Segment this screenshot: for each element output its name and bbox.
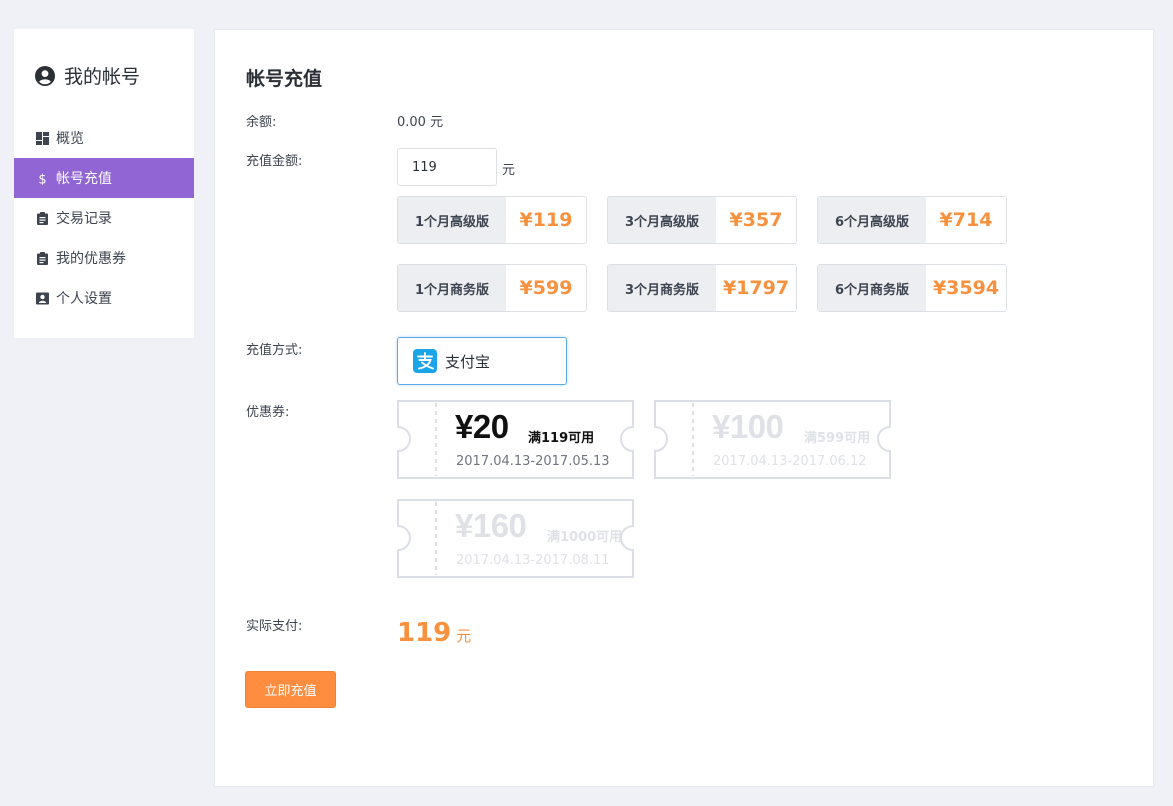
plan-name: 1个月高级版 [398, 197, 506, 243]
sidebar: 我的帐号 概览 $ 帐号充值 交易记录 我的优惠券 个人设置 [14, 29, 194, 338]
coupon-condition: 满599可用 [804, 431, 871, 446]
sidebar-item-transactions[interactable]: 交易记录 [14, 198, 194, 238]
svg-text:$: $ [38, 172, 46, 185]
alipay-label: 支付宝 [445, 352, 491, 371]
sidebar-item-label: 交易记录 [56, 211, 112, 227]
plan-price: ¥599 [519, 277, 573, 299]
balance-value: 0.00 元 [397, 115, 444, 130]
sidebar-title: 我的帐号 [35, 62, 140, 89]
clipboard-icon [37, 211, 48, 225]
dollar-icon: $ [38, 172, 46, 185]
sidebar-item-recharge[interactable]: $ 帐号充值 [14, 158, 194, 198]
total-unit: 元 [456, 627, 472, 645]
sidebar-item-label: 概览 [56, 131, 84, 147]
sidebar-item-overview[interactable]: 概览 [14, 118, 194, 158]
recharge-button[interactable]: 立即充值 [245, 671, 336, 708]
coupon-condition: 满119可用 [528, 431, 595, 446]
page-title: 帐号充值 [246, 68, 323, 90]
coupon-dates: 2017.04.13-2017.06.12 [713, 454, 867, 469]
plan-option[interactable]: 1个月高级版 ¥119 [397, 196, 587, 244]
plan-option[interactable]: 1个月商务版 ¥599 [397, 264, 587, 312]
balance-label: 余额: [246, 115, 277, 130]
plan-option[interactable]: 3个月商务版 ¥1797 [607, 264, 797, 312]
amount-input[interactable] [397, 148, 497, 186]
sidebar-item-label: 我的优惠券 [56, 251, 126, 267]
plan-name: 6个月高级版 [818, 197, 926, 243]
coupon-card[interactable]: ¥20 满119可用 2017.04.13-2017.05.13 [397, 400, 634, 479]
plan-name: 3个月商务版 [608, 265, 716, 311]
dashboard-icon [36, 131, 49, 145]
coupon-card[interactable]: ¥160 满1000可用 2017.04.13-2017.08.11 [397, 499, 634, 578]
alipay-option[interactable]: 支付宝 [397, 337, 567, 385]
user-circle-icon [35, 65, 55, 86]
sidebar-item-coupons[interactable]: 我的优惠券 [14, 238, 194, 278]
plan-price: ¥119 [519, 209, 573, 231]
coupon-condition: 满1000可用 [547, 530, 623, 545]
plan-price: ¥1797 [722, 277, 790, 299]
plan-price: ¥714 [939, 209, 993, 231]
user-card-icon [36, 292, 49, 304]
plan-name: 6个月商务版 [818, 265, 926, 311]
total-value: 119 [397, 618, 452, 648]
sidebar-item-label: 帐号充值 [56, 171, 112, 187]
sidebar-item-label: 个人设置 [56, 291, 112, 307]
plan-price: ¥3594 [932, 277, 1000, 299]
plan-option[interactable]: 3个月高级版 ¥357 [607, 196, 797, 244]
plan-name: 3个月高级版 [608, 197, 716, 243]
amount-label: 充值金额: [246, 154, 303, 169]
sidebar-item-settings[interactable]: 个人设置 [14, 278, 194, 318]
plan-price: ¥357 [729, 209, 783, 231]
plan-option[interactable]: 6个月高级版 ¥714 [817, 196, 1007, 244]
plan-option[interactable]: 6个月商务版 ¥3594 [817, 264, 1007, 312]
coupon-amount: ¥20 [455, 408, 509, 445]
coupon-dates: 2017.04.13-2017.08.11 [456, 553, 610, 568]
alipay-icon [413, 349, 437, 373]
payment-label: 充值方式: [246, 343, 303, 358]
total-label: 实际支付: [246, 619, 303, 634]
recharge-panel: 帐号充值 余额: 0.00 元 充值金额: 元 1个月高级版 ¥119 3个月高… [214, 29, 1154, 787]
sidebar-title-text: 我的帐号 [64, 66, 141, 88]
coupon-amount: ¥100 [712, 408, 784, 445]
coupon-label: 优惠券: [246, 405, 290, 420]
total-amount: 119 元 [397, 618, 471, 648]
amount-unit: 元 [502, 163, 516, 178]
clipboard-icon [37, 251, 48, 265]
coupon-amount: ¥160 [455, 507, 527, 544]
sidebar-nav: 概览 $ 帐号充值 交易记录 我的优惠券 个人设置 [14, 118, 194, 318]
plan-name: 1个月商务版 [398, 265, 506, 311]
coupon-card[interactable]: ¥100 满599可用 2017.04.13-2017.06.12 [654, 400, 891, 479]
coupon-dates: 2017.04.13-2017.05.13 [456, 454, 610, 469]
